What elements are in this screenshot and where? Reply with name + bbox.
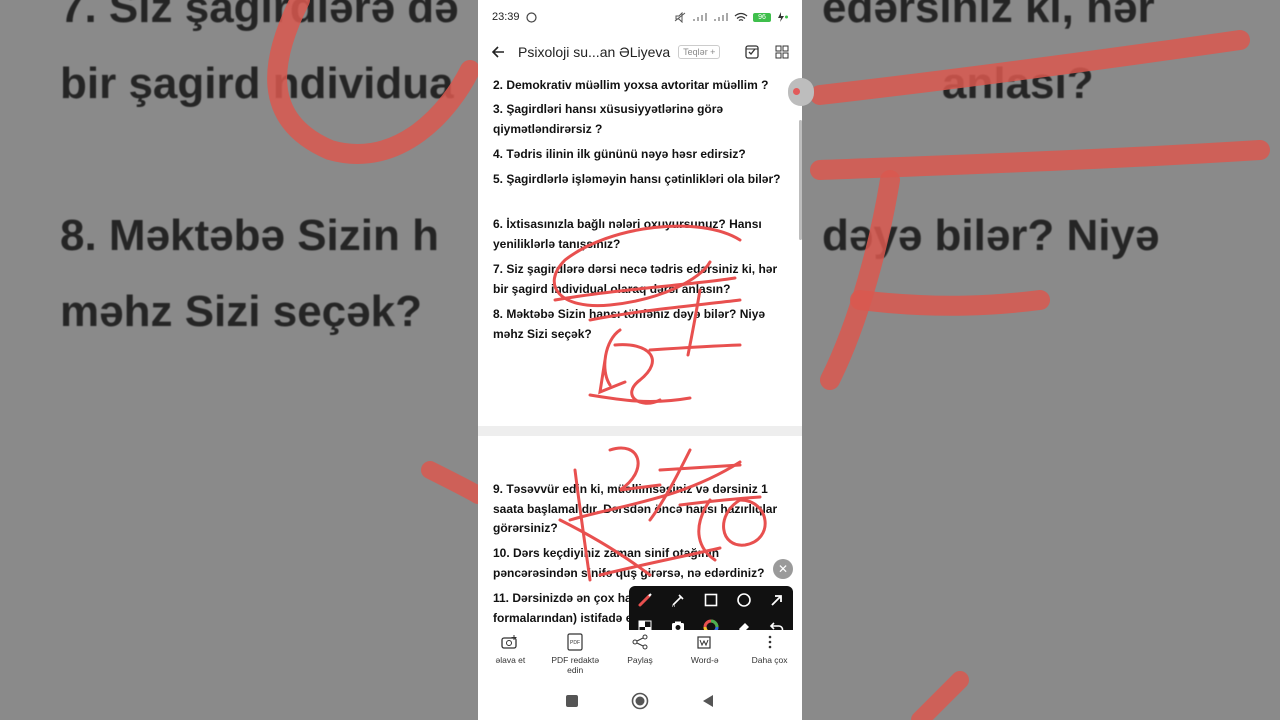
back-triangle-icon[interactable]	[701, 694, 715, 708]
bg-line: dəyə bilər? Niyə	[822, 211, 1160, 260]
floating-record-dot[interactable]	[788, 78, 814, 106]
bottom-action-bar: əlava et PDF PDF redaktə edin Paylaş Wor…	[478, 630, 802, 680]
page-divider	[478, 426, 802, 436]
more-button[interactable]: Daha çox	[740, 630, 800, 680]
recents-icon[interactable]	[565, 694, 579, 708]
whatsapp-icon	[525, 11, 537, 23]
background-text: edərsiniz ki, hər anlası? dəyə bilər? Ni…	[822, 0, 1159, 274]
signal-icon	[714, 13, 728, 21]
bg-line: 8. Məktəbə Sizin h	[60, 211, 439, 260]
question-item: 2. Demokrativ müəllim yoxsa avtoritar mü…	[493, 78, 769, 92]
scrollbar[interactable]	[799, 120, 802, 240]
wifi-icon	[734, 12, 748, 21]
tags-chip[interactable]: Teqlər +	[678, 45, 721, 59]
bg-line: edərsiniz ki, hər	[822, 0, 1155, 32]
action-label: Daha çox	[751, 655, 788, 665]
pdf-edit-icon: PDF	[566, 632, 584, 652]
question-item: 10. Dərs keçdiyiniz zaman sinif otağının…	[493, 546, 765, 580]
action-label: PDF redaktə edin	[551, 655, 600, 675]
add-camera-button[interactable]: əlava et	[480, 630, 540, 680]
select-pages-icon[interactable]	[744, 44, 760, 60]
pdf-edit-button[interactable]: PDF PDF redaktə edin	[545, 630, 605, 680]
app-bar-actions	[744, 44, 790, 60]
background-text: 7. Siz şagirdlərə də bir şagird ndividua…	[60, 0, 459, 350]
status-bar: 23:39 96	[478, 0, 802, 34]
svg-text:PDF: PDF	[570, 640, 580, 646]
background-right-blur: edərsiniz ki, hər anlası? dəyə bilər? Ni…	[802, 0, 1280, 720]
bg-line: məhz Sizi seçək?	[60, 287, 422, 336]
bg-line: 7. Siz şagirdlərə də	[60, 0, 459, 32]
action-label: Word-ə	[690, 655, 719, 665]
arrow-icon[interactable]	[769, 592, 785, 608]
grid-view-icon[interactable]	[774, 44, 790, 60]
status-time: 23:39	[492, 11, 520, 23]
bg-line	[822, 122, 1159, 198]
share-icon	[632, 632, 648, 652]
action-label: Paylaş	[627, 655, 653, 665]
pen-icon[interactable]	[637, 592, 653, 608]
circle-icon[interactable]	[736, 592, 752, 608]
status-icons: 96	[673, 11, 788, 23]
action-label: əlava et	[495, 655, 526, 665]
question-item: 6. İxtisasınızla bağlı nələri oxuyursunu…	[493, 217, 762, 251]
bg-line: anlası?	[942, 59, 1094, 108]
rectangle-icon[interactable]	[703, 592, 719, 608]
camera-plus-icon	[501, 632, 519, 652]
mute-icon	[674, 11, 686, 23]
home-icon[interactable]	[631, 692, 649, 710]
document-viewer[interactable]: 2. Demokrativ müəllim yoxsa avtoritar mü…	[478, 70, 802, 630]
question-item: 8. Məktəbə Sizin hansı töhfəniz dəyə bil…	[493, 307, 766, 341]
word-convert-button[interactable]: Word-ə	[675, 630, 735, 680]
signal-icon	[693, 13, 707, 21]
app-bar: Psixoloji su...an ƏLiyeva Teqlər +	[478, 34, 802, 70]
document-title[interactable]: Psixoloji su...an ƏLiyeva	[518, 44, 670, 60]
system-nav-bar	[478, 682, 802, 720]
back-arrow-icon[interactable]	[490, 44, 506, 60]
question-item: 3. Şagirdləri hansı xüsusiyyətlərinə gör…	[493, 102, 724, 136]
charging-icon	[778, 12, 788, 22]
highlighter-icon[interactable]	[670, 592, 686, 608]
share-button[interactable]: Paylaş	[610, 630, 670, 680]
more-vertical-icon	[767, 632, 773, 652]
question-item: 4. Tədris ilinin ilk gününü nəyə həsr ed…	[493, 147, 746, 161]
bg-line: bir şagird ndividua	[60, 59, 454, 108]
word-convert-icon	[696, 632, 714, 652]
close-toolbar-button[interactable]: ✕	[773, 559, 793, 579]
question-item: 7. Siz şagirdlərə dərsi necə tədris edər…	[493, 262, 778, 296]
question-item: 5. Şagirdlərlə işləməyin hansı çətinlikl…	[493, 172, 781, 186]
battery-icon: 96	[753, 12, 771, 22]
background-left-blur: 7. Siz şagirdlərə də bir şagird ndividua…	[0, 0, 478, 720]
question-item: 9. Təsəvvür edin ki, müəllimsəsiniz və d…	[493, 482, 778, 535]
bg-line	[60, 122, 459, 198]
